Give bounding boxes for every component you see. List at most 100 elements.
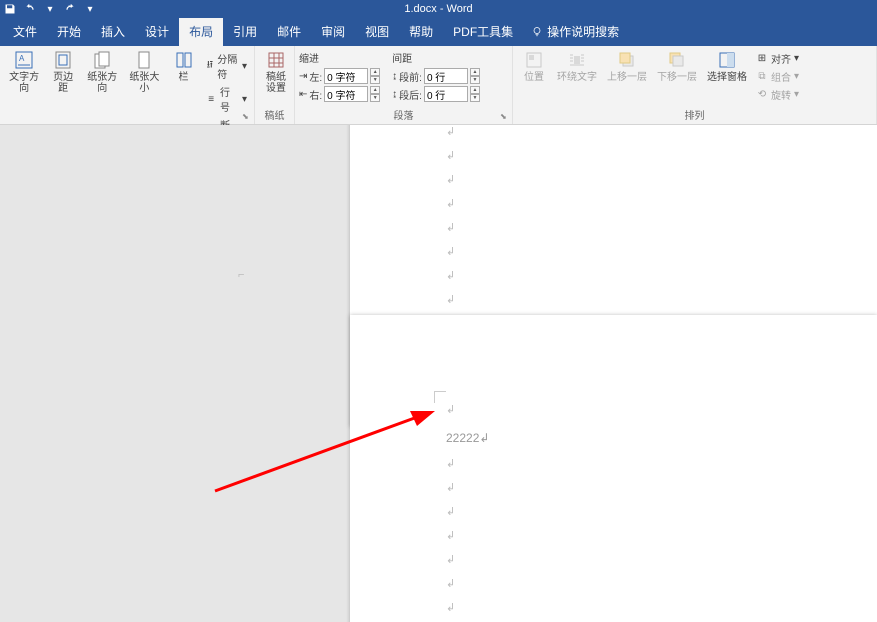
window-title: 1.docx - Word — [404, 3, 472, 15]
spacing-after-label: 段后: — [399, 87, 422, 102]
quick-access-toolbar: ▾ ▾ — [4, 3, 96, 15]
bring-forward-label: 上移一层 — [607, 72, 647, 83]
redo-icon[interactable] — [64, 3, 76, 15]
size-icon — [134, 50, 154, 70]
breaks-label: 分隔符 — [217, 51, 239, 81]
bring-forward-button[interactable]: 上移一层 — [603, 48, 651, 85]
paragraph-mark: ↲ — [446, 197, 455, 210]
lightbulb-icon — [531, 26, 543, 38]
wrap-icon — [567, 50, 587, 70]
wrap-label: 环绕文字 — [557, 72, 597, 83]
document-area[interactable]: ⌐ ↲ ↲ ↲ ↲ ↲ ↲ ↲ ↲ ↲ ↲ 22222↲ ↲ ↲ ↲ ↲ ↲ ↲… — [0, 125, 877, 622]
group-button[interactable]: ⧉ 组合▾ — [753, 68, 802, 85]
indent-right-input[interactable] — [324, 86, 368, 102]
breaks-button[interactable]: ⭿ 分隔符▾ — [203, 50, 250, 82]
tab-references[interactable]: 引用 — [223, 17, 267, 46]
spacing-before-input[interactable] — [424, 68, 468, 84]
group-arrange: 位置 环绕文字 上移一层 下移一层 选择窗格 ⊞ 对齐▾ — [513, 46, 877, 124]
tell-me-label: 操作说明搜索 — [547, 23, 619, 40]
group-manuscript: 稿纸 设置 稿纸 — [255, 46, 295, 124]
selection-pane-label: 选择窗格 — [707, 72, 747, 83]
paragraph-mark: ↲ — [446, 601, 455, 614]
spacing-before-spinner[interactable]: ▲▼ — [470, 68, 480, 84]
paragraph-mark: ↲ — [446, 553, 455, 566]
manuscript-group-label: 稿纸 — [259, 105, 290, 124]
margins-button[interactable]: 页边距 — [46, 48, 80, 96]
bring-forward-icon — [617, 50, 637, 70]
rotate-button[interactable]: ⟲ 旋转▾ — [753, 86, 802, 103]
paragraph-mark: ↲ — [446, 269, 455, 282]
indent-left-spinner[interactable]: ▲▼ — [370, 68, 380, 84]
send-backward-icon — [667, 50, 687, 70]
spacing-after-input[interactable] — [424, 86, 468, 102]
tab-pdf[interactable]: PDF工具集 — [443, 17, 523, 46]
indent-right-icon: ⇤ — [299, 89, 307, 100]
group-btn-label: 组合 — [771, 69, 791, 84]
manuscript-button[interactable]: 稿纸 设置 — [259, 48, 293, 96]
position-icon — [524, 50, 544, 70]
ribbon-tabs: 文件 开始 插入 设计 布局 引用 邮件 审阅 视图 帮助 PDF工具集 操作说… — [0, 18, 877, 46]
qat-customize-icon[interactable]: ▾ — [84, 3, 96, 15]
group-page-setup: A 文字方向 页边距 纸张方向 纸张大小 栏 ⭿ — [0, 46, 255, 124]
send-backward-label: 下移一层 — [657, 72, 697, 83]
selection-pane-button[interactable]: 选择窗格 — [703, 48, 751, 85]
position-button[interactable]: 位置 — [517, 48, 551, 85]
text-cursor: ⌐ — [238, 269, 244, 281]
indent-right-spinner[interactable]: ▲▼ — [370, 86, 380, 102]
undo-icon[interactable] — [24, 3, 36, 15]
indent-header: 缩进 — [299, 50, 380, 65]
tab-review[interactable]: 审阅 — [311, 17, 355, 46]
tab-insert[interactable]: 插入 — [91, 17, 135, 46]
line-numbers-button[interactable]: ≡ 行号▾ — [203, 83, 250, 115]
spacing-after-spinner[interactable]: ▲▼ — [470, 86, 480, 102]
page-2[interactable]: ↲ 22222↲ ↲ ↲ ↲ ↲ ↲ ↲ ↲ ↲ ↲ ↲ ↲ ↲ — [350, 315, 877, 622]
position-label: 位置 — [524, 72, 544, 83]
send-backward-button[interactable]: 下移一层 — [653, 48, 701, 85]
tell-me-search[interactable]: 操作说明搜索 — [523, 17, 627, 46]
tab-help[interactable]: 帮助 — [399, 17, 443, 46]
tab-home[interactable]: 开始 — [47, 17, 91, 46]
spacing-before-icon: ↨ — [392, 71, 397, 82]
line-numbers-label: 行号 — [220, 84, 239, 114]
tab-mailings[interactable]: 邮件 — [267, 17, 311, 46]
columns-button[interactable]: 栏 — [167, 48, 201, 85]
qat-dropdown-icon[interactable]: ▾ — [44, 3, 56, 15]
text-direction-button[interactable]: A 文字方向 — [4, 48, 44, 96]
page-setup-launcher-icon[interactable]: ⬊ — [242, 112, 252, 122]
tab-layout[interactable]: 布局 — [179, 17, 223, 46]
paragraph-launcher-icon[interactable]: ⬊ — [500, 112, 510, 122]
title-bar: ▾ ▾ 1.docx - Word — [0, 0, 877, 18]
paragraph-mark: ↲ — [446, 403, 455, 416]
document-text[interactable]: 22222↲ — [446, 431, 489, 445]
group-icon: ⧉ — [756, 71, 768, 83]
indent-right-label: 右: — [309, 87, 322, 102]
paragraph-mark: ↲ — [446, 481, 455, 494]
wrap-button[interactable]: 环绕文字 — [553, 48, 601, 85]
tab-design[interactable]: 设计 — [135, 17, 179, 46]
tab-file[interactable]: 文件 — [3, 17, 47, 46]
paragraph-mark: ↲ — [446, 221, 455, 234]
paragraph-group-label: 段落 — [299, 105, 508, 124]
orientation-button[interactable]: 纸张方向 — [82, 48, 122, 96]
align-label: 对齐 — [771, 51, 791, 66]
paragraph-mark: ↲ — [446, 505, 455, 518]
columns-icon — [174, 50, 194, 70]
paragraph-mark: ↲ — [446, 245, 455, 258]
tab-view[interactable]: 视图 — [355, 17, 399, 46]
indent-left-input[interactable] — [324, 68, 368, 84]
indent-left-label: 左: — [309, 69, 322, 84]
rotate-label: 旋转 — [771, 87, 791, 102]
rotate-icon: ⟲ — [756, 89, 768, 101]
paragraph-mark: ↲ — [446, 293, 455, 306]
manuscript-label: 稿纸 设置 — [266, 72, 286, 94]
manuscript-icon — [266, 50, 286, 70]
align-button[interactable]: ⊞ 对齐▾ — [753, 50, 802, 67]
size-button[interactable]: 纸张大小 — [124, 48, 164, 96]
size-label: 纸张大小 — [128, 72, 160, 94]
save-icon[interactable] — [4, 3, 16, 15]
paragraph-mark: ↲ — [446, 529, 455, 542]
paragraph-mark: ↲ — [446, 577, 455, 590]
columns-label: 栏 — [179, 72, 189, 83]
breaks-icon: ⭿ — [206, 60, 215, 72]
orientation-label: 纸张方向 — [86, 72, 118, 94]
